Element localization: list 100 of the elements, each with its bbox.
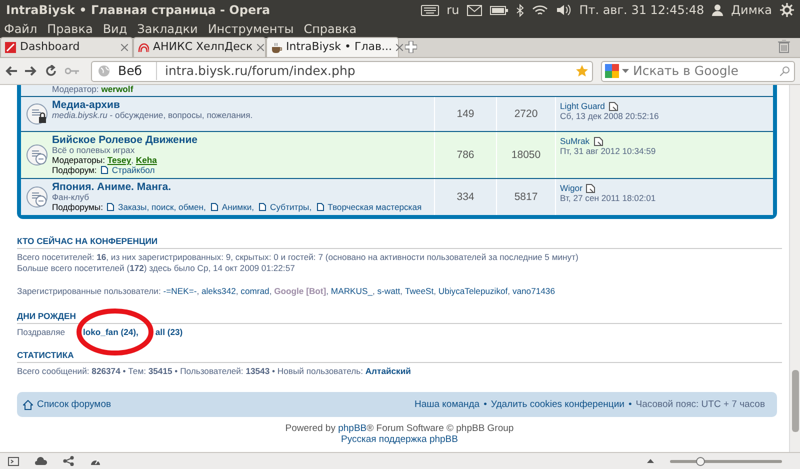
caret-icon[interactable] xyxy=(622,69,629,73)
goto-post-icon[interactable] xyxy=(608,102,618,110)
forum-list-link[interactable]: Список форумов xyxy=(23,399,112,410)
close-icon[interactable] xyxy=(256,44,264,51)
goto-post-icon[interactable] xyxy=(594,136,603,146)
author-link[interactable]: Light Guard xyxy=(560,101,605,111)
page-icon xyxy=(100,166,108,174)
moderator-link[interactable]: Keha xyxy=(136,155,157,165)
forward-icon[interactable] xyxy=(25,66,37,76)
subforum-link[interactable]: Анимки, xyxy=(210,202,254,212)
user-link[interactable]: UbiycaTelepuzikof xyxy=(438,286,508,297)
support-link[interactable]: Русская поддержка phpBB xyxy=(341,434,458,445)
footer-link[interactable]: Удалить cookies конференции xyxy=(490,399,624,410)
user-link[interactable]: TweeSt xyxy=(404,286,434,297)
menu-item[interactable]: Правка xyxy=(47,20,93,38)
zoom-slider-thumb[interactable] xyxy=(696,456,706,466)
settings-icon[interactable] xyxy=(780,3,794,17)
clock[interactable]: Пт. авг. 31 12:45:48 xyxy=(579,1,704,19)
separator-text: • xyxy=(628,399,632,410)
phpbb-link[interactable]: phpBB xyxy=(338,423,367,434)
user-link[interactable]: vano71436 xyxy=(512,286,555,297)
browser-tab[interactable]: Dashboard xyxy=(0,37,133,57)
moderator-link[interactable]: werwolf xyxy=(101,85,134,94)
section-heading: ДНИ РОЖДЕН xyxy=(17,311,782,324)
close-icon[interactable] xyxy=(121,44,128,51)
separator-text: , xyxy=(196,286,200,297)
subforum-link[interactable]: Страйкбол xyxy=(100,165,155,175)
star-icon[interactable] xyxy=(576,65,588,77)
menu-item[interactable]: Справка xyxy=(304,20,357,38)
post-time: Сб, 13 дек 2008 20:52:16 xyxy=(560,111,660,121)
menu-item[interactable]: Вид xyxy=(102,20,128,38)
post-count: 5817 xyxy=(514,192,538,202)
bluetooth-icon[interactable] xyxy=(516,4,524,16)
user-link[interactable]: -=NEK=- xyxy=(160,286,197,297)
moderator-link[interactable]: Tesey xyxy=(107,155,132,165)
menu-item[interactable]: Файл xyxy=(4,20,38,38)
user-link[interactable]: s-watt xyxy=(377,286,400,297)
forum-row[interactable]: Бийское Ролевое Движение Всё о полевых играх Модераторы: Tesey, Keha Подфорум: Страйкбол 786 18050 SuMrak Пт, 31 авг 2012 10:34:59 xyxy=(21,131,773,178)
separator-text: , xyxy=(434,286,438,297)
search-icon[interactable] xyxy=(780,66,790,76)
author-link[interactable]: SuMrak xyxy=(560,136,590,146)
zoom-slider-track[interactable] xyxy=(670,460,782,462)
forum-description: Всё о полевых играх xyxy=(52,145,136,155)
tab-label: АНИКС ХелпДеск xyxy=(153,39,253,56)
user-link[interactable]: comrad xyxy=(240,286,270,297)
speaker-icon[interactable] xyxy=(556,4,572,16)
forum-description: media.biysk.ru - обсуждение, вопросы, пожелания. xyxy=(52,110,254,120)
forum-row[interactable]: Япония. Аниме. Манга. Фан-клуб Подфорумы: Заказы, поиск, обмен, Анимки, Субтитры, Творческая мастерская 334 5817 Wigor Вт, 27 сен 2011 18:02:01 xyxy=(21,178,773,215)
separator-text: , xyxy=(236,286,240,297)
separator-text: , xyxy=(400,286,404,297)
post-time: Пт, 31 авг 2012 10:34:59 xyxy=(560,146,657,156)
browser-tab[interactable]: АНИКС ХелпДеск xyxy=(133,37,266,57)
share-icon[interactable] xyxy=(63,456,74,466)
close-icon[interactable] xyxy=(396,44,403,51)
forum-row[interactable]: Медиа-архив media.biysk.ru - обсуждение, вопросы, пожелания. 149 2720 Light Guard Сб, 13 дек 2008 20:52:16 xyxy=(21,96,773,131)
mail-icon[interactable] xyxy=(467,4,482,16)
search-input[interactable]: Искать в Google xyxy=(629,60,780,82)
forum-title[interactable]: Япония. Аниме. Манга. xyxy=(52,182,434,192)
keyboard-layout[interactable]: ru xyxy=(446,1,460,19)
forum-title[interactable]: Медиа-архив xyxy=(52,100,434,110)
caret-up-icon[interactable] xyxy=(647,459,654,463)
scrollbar-thumb[interactable] xyxy=(792,370,799,432)
back-icon[interactable] xyxy=(5,66,17,76)
panel-icon[interactable] xyxy=(8,456,19,466)
globe-icon xyxy=(98,65,110,77)
goto-post-icon[interactable] xyxy=(586,184,596,192)
search-scope[interactable]: Веб xyxy=(118,62,157,80)
scrollbar[interactable] xyxy=(789,85,800,452)
square-icon xyxy=(5,42,16,53)
footer-link[interactable]: Наша команда xyxy=(414,399,480,410)
user-link[interactable]: MARKUS_ xyxy=(330,286,372,297)
birthday-user-link[interactable]: all (23) xyxy=(155,327,183,338)
forum-description: Фан-клуб xyxy=(52,192,90,202)
reload-icon[interactable] xyxy=(45,65,57,77)
menu-item[interactable]: Закладки xyxy=(137,20,198,38)
keyboard-icon[interactable] xyxy=(420,4,439,16)
user-icon[interactable] xyxy=(712,4,724,16)
battery-icon[interactable] xyxy=(490,6,508,14)
post-count: 18050 xyxy=(511,150,541,160)
subforum-link[interactable]: Заказы, поиск, обмен, xyxy=(107,202,206,212)
user-name[interactable]: Димка xyxy=(731,1,772,19)
subforums-label: Подфорум: xyxy=(52,165,97,175)
author-link[interactable]: Wigor xyxy=(560,183,582,193)
birthday-user-link[interactable]: loko_fan (24), xyxy=(83,327,138,338)
new-user-link[interactable]: Алтайский xyxy=(365,366,411,376)
statistics-text: Всего сообщений: 826374 • Тем: 35415 • Пользователей: 13543 • Новый пользователь: Алтайский xyxy=(17,366,412,377)
search-bar[interactable]: Искать в Google xyxy=(601,60,795,82)
subforum-link[interactable]: Субтитры, xyxy=(259,202,312,212)
tab-label: IntraBiysk • Глав... xyxy=(286,39,392,56)
congrats-text: Поздравляе xyxy=(17,327,65,338)
address-field[interactable]: Веб intra.biysk.ru/forum/index.php xyxy=(91,60,593,82)
user-link[interactable]: aleks342 xyxy=(201,286,236,297)
online-stats-text: Всего посетителей: 16, из них зарегистрированных: 9, скрытых: 0 и гостей: 7 (основано на активности пользователей за последние 5 минут) xyxy=(17,252,580,263)
post-count: 2720 xyxy=(514,108,538,120)
cloud-icon[interactable] xyxy=(35,457,47,465)
menu-item[interactable]: Инструменты xyxy=(208,20,294,38)
forum-title[interactable]: Бийское Ролевое Движение xyxy=(52,135,434,145)
wifi-icon[interactable] xyxy=(532,4,548,16)
subforum-link[interactable]: Творческая мастерская xyxy=(316,202,422,212)
plus-icon[interactable] xyxy=(405,41,417,53)
